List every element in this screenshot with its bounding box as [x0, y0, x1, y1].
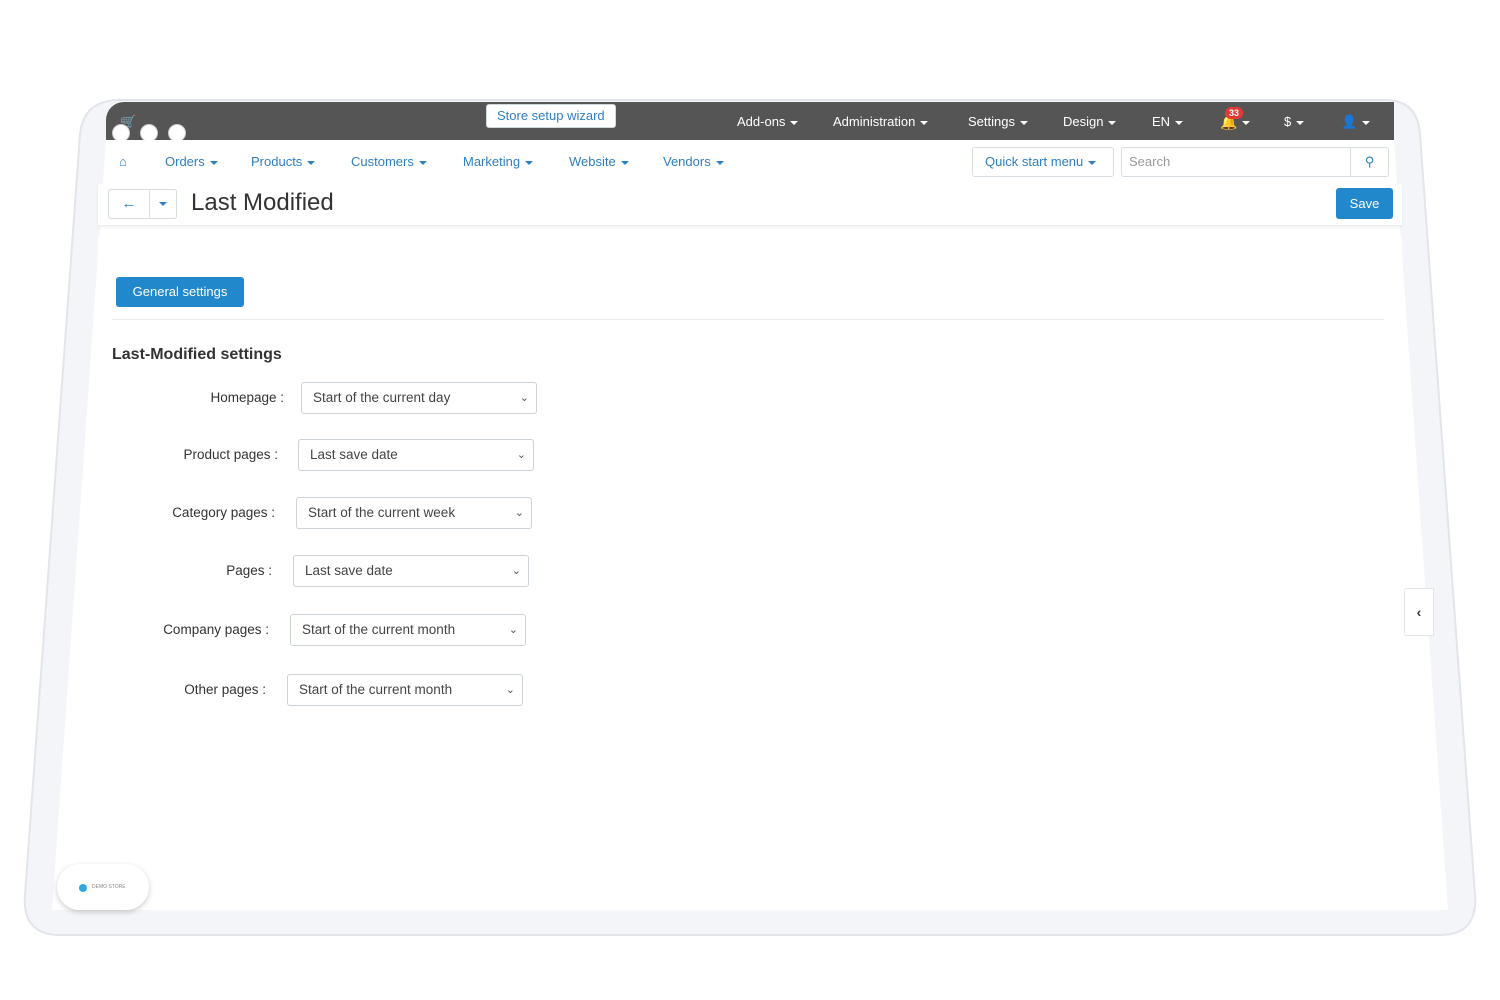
- page-title: Last Modified: [191, 189, 334, 216]
- caret-down-icon: [920, 120, 929, 125]
- caret-down-icon: [525, 160, 534, 165]
- section-title: Last-Modified settings: [112, 346, 282, 363]
- caret-down-icon: [209, 160, 218, 165]
- category-pages-label: Category pages :: [172, 505, 275, 520]
- divider: [112, 319, 1384, 320]
- other-pages-label: Other pages :: [184, 682, 266, 697]
- chevron-left-icon: ‹: [1416, 604, 1422, 620]
- caret-down-icon: [1019, 120, 1028, 125]
- page-header: ← Last Modified Save: [98, 184, 1402, 226]
- demo-store-badge[interactable]: DEMO STORE: [57, 864, 149, 910]
- caret-down-icon: [1362, 120, 1371, 125]
- caret-down-icon: [620, 160, 629, 165]
- back-button[interactable]: ←: [108, 189, 150, 219]
- chevron-down-icon: ⌄: [516, 449, 526, 461]
- caret-down-icon: [418, 160, 427, 165]
- pages-select-value: Last save date: [305, 563, 393, 578]
- product-pages-label: Product pages :: [183, 447, 278, 462]
- caret-down-icon: [1088, 160, 1097, 165]
- nav-customers-label: Customers: [351, 154, 414, 169]
- company-pages-select[interactable]: Start of the current month ⌄: [290, 614, 526, 646]
- search-icon: ⚲: [1364, 154, 1375, 169]
- nav-website-label: Website: [569, 154, 616, 169]
- other-pages-select-value: Start of the current month: [299, 682, 453, 697]
- category-pages-select-value: Start of the current week: [308, 505, 456, 520]
- chevron-down-icon: ⌄: [514, 507, 524, 519]
- quick-start-menu-button[interactable]: Quick start menu: [972, 147, 1114, 177]
- nav-products-label: Products: [251, 154, 303, 169]
- caret-down-icon: [790, 120, 799, 125]
- sidebar-toggle-button[interactable]: ‹: [1404, 588, 1434, 636]
- chevron-down-icon: ⌄: [511, 565, 521, 577]
- user-icon: 👤: [1341, 114, 1358, 129]
- caret-down-icon: [715, 160, 724, 165]
- caret-down-icon: [159, 201, 167, 206]
- chevron-down-icon: ⌄: [519, 392, 529, 404]
- menu-currency-label: $: [1284, 114, 1292, 129]
- nav-customers[interactable]: Customers: [351, 154, 427, 169]
- menu-settings[interactable]: Settings: [968, 114, 1028, 129]
- quick-start-label: Quick start menu: [985, 154, 1084, 169]
- save-button[interactable]: Save: [1336, 188, 1393, 219]
- caret-down-icon: [1175, 120, 1184, 125]
- home-icon[interactable]: ⌂: [119, 154, 127, 169]
- demo-logo-icon: [79, 884, 87, 892]
- nav-vendors-label: Vendors: [663, 154, 711, 169]
- nav-marketing-label: Marketing: [463, 154, 521, 169]
- homepage-label: Homepage :: [210, 390, 284, 405]
- main-nav: ⌂ Orders Products Customers Marketing We…: [106, 140, 1394, 184]
- app-screen: 🛒 Store setup wizard Add-ons Administrat…: [57, 102, 1434, 910]
- top-admin-bar: 🛒 Store setup wizard Add-ons Administrat…: [106, 102, 1394, 142]
- demo-store-label: DEMO STORE: [92, 884, 126, 890]
- menu-currency[interactable]: $: [1284, 114, 1305, 129]
- chevron-down-icon: ⌄: [508, 624, 518, 636]
- menu-administration[interactable]: Administration: [833, 114, 929, 129]
- menu-administration-label: Administration: [833, 114, 916, 129]
- search-button[interactable]: ⚲: [1350, 147, 1389, 177]
- pages-select[interactable]: Last save date ⌄: [293, 555, 529, 587]
- stage: 🛒 Store setup wizard Add-ons Administrat…: [0, 0, 1500, 1000]
- menu-design-label: Design: [1063, 114, 1104, 129]
- settings-content: General settings Last-Modified settings …: [98, 238, 1434, 910]
- nav-marketing[interactable]: Marketing: [463, 154, 534, 169]
- company-pages-select-value: Start of the current month: [302, 622, 456, 637]
- nav-vendors[interactable]: Vendors: [663, 154, 724, 169]
- back-dropdown-button[interactable]: [149, 189, 177, 219]
- menu-design[interactable]: Design: [1063, 114, 1117, 129]
- nav-products[interactable]: Products: [251, 154, 316, 169]
- nav-orders-label: Orders: [165, 154, 205, 169]
- notification-badge: 33: [1225, 107, 1244, 119]
- caret-down-icon[interactable]: [1242, 114, 1250, 129]
- company-pages-label: Company pages :: [163, 622, 269, 637]
- store-setup-wizard-button[interactable]: Store setup wizard: [486, 104, 616, 128]
- menu-language[interactable]: EN: [1152, 114, 1184, 129]
- nav-website[interactable]: Website: [569, 154, 629, 169]
- homepage-select-value: Start of the current day: [313, 390, 451, 405]
- homepage-select[interactable]: Start of the current day ⌄: [301, 382, 537, 414]
- menu-user[interactable]: 👤: [1341, 114, 1371, 130]
- nav-orders[interactable]: Orders: [165, 154, 218, 169]
- arrow-left-icon: ←: [121, 195, 137, 212]
- product-pages-select[interactable]: Last save date ⌄: [298, 439, 534, 471]
- product-pages-select-value: Last save date: [310, 447, 398, 462]
- caret-down-icon: [1108, 120, 1117, 125]
- chevron-down-icon: ⌄: [505, 684, 515, 696]
- menu-settings-label: Settings: [968, 114, 1015, 129]
- caret-down-icon: [1296, 120, 1305, 125]
- other-pages-select[interactable]: Start of the current month ⌄: [287, 674, 523, 706]
- caret-down-icon: [307, 160, 316, 165]
- menu-language-label: EN: [1152, 114, 1171, 129]
- menu-addons[interactable]: Add-ons: [737, 114, 799, 129]
- search-input[interactable]: Search: [1121, 147, 1351, 177]
- menu-addons-label: Add-ons: [737, 114, 786, 129]
- tab-general-settings[interactable]: General settings: [116, 277, 244, 307]
- category-pages-select[interactable]: Start of the current week ⌄: [296, 497, 532, 529]
- pages-label: Pages :: [226, 563, 272, 578]
